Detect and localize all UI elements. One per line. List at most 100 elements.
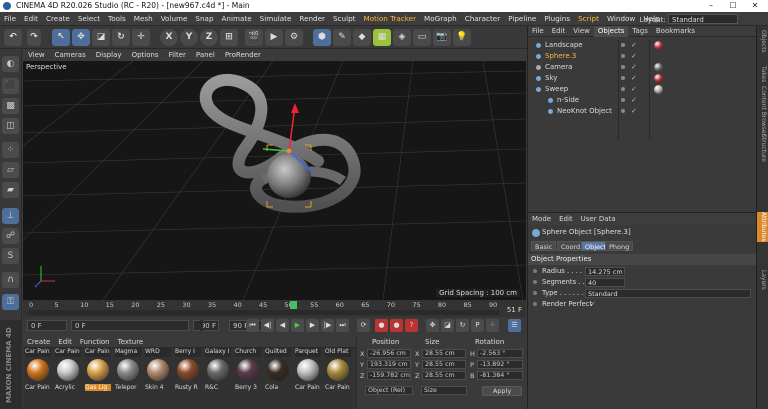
material-swatch[interactable]: Car Pain Acrylic xyxy=(55,348,81,398)
side-tab-objects[interactable]: Objects xyxy=(757,30,768,53)
object-name[interactable]: Sky xyxy=(545,73,557,84)
editor-visibility-dot[interactable] xyxy=(621,87,625,91)
enabled-check-icon[interactable]: ✓ xyxy=(631,40,637,51)
undo-icon[interactable]: ↶ xyxy=(4,29,22,46)
menu-window[interactable]: Window xyxy=(603,12,639,26)
cube-icon[interactable]: ⬢ xyxy=(313,29,331,46)
preview-range-field[interactable]: 0 F xyxy=(71,320,189,331)
object-menu-edit[interactable]: Edit xyxy=(548,26,570,37)
object-menu-bookmarks[interactable]: Bookmarks xyxy=(652,26,699,37)
loop-icon[interactable]: ⟳ xyxy=(357,319,370,332)
points-mode-icon[interactable]: ⁘ xyxy=(2,142,19,158)
tag-icon[interactable] xyxy=(654,41,663,50)
object-row[interactable]: Sphere.3 ✓ xyxy=(528,51,757,62)
go-to-start-icon[interactable]: ⏮ xyxy=(246,319,259,332)
polygons-mode-icon[interactable]: ▰ xyxy=(2,182,19,198)
menu-motion-tracker[interactable]: Motion Tracker xyxy=(359,12,420,26)
tag-icon[interactable] xyxy=(654,74,663,83)
select-tool-icon[interactable]: ↖ xyxy=(52,29,70,46)
workplane-icon[interactable]: ◫ xyxy=(2,118,19,134)
menu-edit[interactable]: Edit xyxy=(20,12,42,26)
editor-visibility-dot[interactable] xyxy=(621,109,625,113)
property-animate-dot[interactable] xyxy=(533,269,537,273)
array-icon[interactable]: ▦ xyxy=(373,29,391,46)
viewport-menu-cameras[interactable]: Cameras xyxy=(50,50,91,61)
object-row[interactable]: Landscape ✓ xyxy=(528,40,757,51)
go-to-end-icon[interactable]: ⏭ xyxy=(336,319,349,332)
close-button[interactable]: ✕ xyxy=(744,0,766,12)
menu-file[interactable]: File xyxy=(0,12,20,26)
property-animate-dot[interactable] xyxy=(533,302,537,306)
menu-create[interactable]: Create xyxy=(42,12,74,26)
record-active-icon[interactable]: ● xyxy=(375,319,388,332)
parameter-key-icon[interactable]: P xyxy=(471,319,484,332)
enabled-check-icon[interactable]: ✓ xyxy=(631,106,637,117)
editor-visibility-dot[interactable] xyxy=(621,76,625,80)
material-swatch[interactable]: Car Pain Car Pain xyxy=(25,348,51,398)
start-frame-field[interactable]: 0 F xyxy=(27,320,67,331)
object-menu-objects[interactable]: Objects xyxy=(593,26,629,37)
viewport-menu-options[interactable]: Options xyxy=(127,50,164,61)
material-swatch[interactable]: Berry I Rusty R xyxy=(175,348,201,398)
rotation-key-icon[interactable]: ↻ xyxy=(456,319,469,332)
rotation-h-field[interactable]: -2.563 ° xyxy=(477,349,523,358)
timeline[interactable]: 0 5 10 15 20 25 30 35 40 45 50 55 60 65 70 75 80 85 90 51 … xyxy=(23,300,526,317)
attribute-menu-edit[interactable]: Edit xyxy=(555,213,577,225)
move-tool-icon[interactable]: ✥ xyxy=(72,29,90,46)
material-swatch[interactable]: Quilted Cola xyxy=(265,348,291,398)
menu-plugins[interactable]: Plugins xyxy=(540,12,574,26)
size-z-field[interactable]: 28.55 cm xyxy=(422,371,466,380)
viewport-menu-display[interactable]: Display xyxy=(91,50,127,61)
render-view-icon[interactable]: 🎬 xyxy=(245,29,263,46)
object-menu-file[interactable]: File xyxy=(528,26,548,37)
material-swatch[interactable]: Galaxy I R&C xyxy=(205,348,231,398)
menu-render[interactable]: Render xyxy=(295,12,329,26)
material-swatch[interactable]: Magma Telepor xyxy=(115,348,141,398)
texture-mode-icon[interactable]: ▩ xyxy=(2,98,19,114)
viewport[interactable]: Perspective Grid Spacing : 100 cm xyxy=(23,61,526,300)
scale-tool-icon[interactable]: ◪ xyxy=(92,29,110,46)
x-axis-lock-button[interactable]: X xyxy=(160,29,178,46)
viewport-menu-view[interactable]: View xyxy=(23,50,50,61)
menu-mesh[interactable]: Mesh xyxy=(130,12,157,26)
autokey-icon[interactable]: ● xyxy=(390,319,403,332)
attribute-menu-mode[interactable]: Mode xyxy=(528,213,555,225)
position-x-field[interactable]: -26.956 cm xyxy=(367,349,411,358)
object-row[interactable]: Camera ✓ xyxy=(528,62,757,73)
timeline-window-icon[interactable]: ☰ xyxy=(508,319,521,332)
play-icon[interactable]: ▶ xyxy=(291,319,304,332)
keyframe-selection-icon[interactable]: ? xyxy=(405,319,418,332)
point-level-key-icon[interactable]: ⁘ xyxy=(486,319,499,332)
snap-icon[interactable]: S xyxy=(2,248,19,264)
material-menu-function[interactable]: Function xyxy=(76,337,114,348)
rotation-b-field[interactable]: -81.384 ° xyxy=(477,371,523,380)
next-frame-icon[interactable]: ▶ xyxy=(306,319,319,332)
material-swatch[interactable]: WRD Skin 4 xyxy=(145,348,171,398)
position-key-icon[interactable]: ✥ xyxy=(426,319,439,332)
redo-icon[interactable]: ↷ xyxy=(27,29,41,46)
object-row[interactable]: Sweep ✓ xyxy=(528,84,757,95)
model-mode-icon[interactable]: ⬛ xyxy=(2,78,19,94)
viewport-menu-panel[interactable]: Panel xyxy=(191,50,220,61)
object-row[interactable]: NeoKnot Object ✓ xyxy=(528,106,757,117)
tab-basic[interactable]: Basic xyxy=(531,241,557,251)
timeline-playhead[interactable] xyxy=(289,301,297,309)
size-mode-dropdown[interactable]: Size xyxy=(421,386,467,395)
subdivision-icon[interactable]: ◆ xyxy=(353,29,371,46)
maximize-button[interactable]: ☐ xyxy=(722,0,744,12)
side-tab-attributes[interactable]: Attributes xyxy=(757,212,768,242)
floor-icon[interactable]: ▭ xyxy=(413,29,431,46)
position-z-field[interactable]: -159.782 cm xyxy=(367,371,411,380)
z-axis-lock-button[interactable]: Z xyxy=(200,29,218,46)
material-menu-edit[interactable]: Edit xyxy=(54,337,76,348)
tab-phong[interactable]: Phong xyxy=(605,241,634,251)
edges-mode-icon[interactable]: ▱ xyxy=(2,162,19,178)
editor-visibility-dot[interactable] xyxy=(621,43,625,47)
side-tab-takes[interactable]: Takes xyxy=(757,66,768,82)
material-menu-texture[interactable]: Texture xyxy=(114,337,148,348)
viewport-menu-prorender[interactable]: ProRender xyxy=(220,50,266,61)
deformer-icon[interactable]: ◈ xyxy=(393,29,411,46)
object-menu-tags[interactable]: Tags xyxy=(628,26,652,37)
previous-key-icon[interactable]: ◀| xyxy=(261,319,274,332)
recent-tool-icon[interactable]: ✛ xyxy=(132,29,150,46)
